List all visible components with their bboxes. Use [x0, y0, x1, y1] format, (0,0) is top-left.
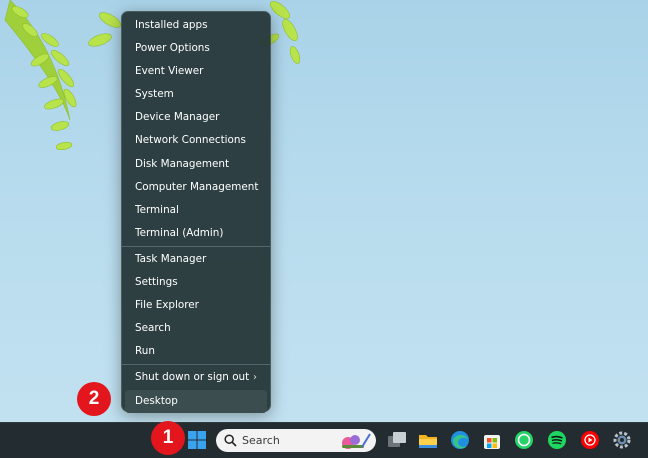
task-view-icon[interactable] — [386, 429, 408, 451]
step-badge-2: 2 — [77, 382, 111, 416]
taskbar: Search — [0, 422, 648, 458]
menu-item-device-manager[interactable]: Device Manager — [125, 106, 267, 129]
search-placeholder: Search — [242, 434, 280, 447]
chevron-right-icon: › — [253, 372, 257, 384]
menu-item-label: Terminal (Admin) — [135, 226, 224, 239]
menu-item-task-manager[interactable]: Task Manager — [125, 248, 267, 271]
step-badge-1: 1 — [151, 421, 185, 455]
menu-item-label: Terminal — [135, 203, 179, 216]
menu-item-label: Search — [135, 322, 171, 335]
menu-item-settings[interactable]: Settings — [125, 271, 267, 294]
menu-item-label: Desktop — [135, 394, 178, 407]
menu-separator — [122, 245, 270, 247]
menu-item-label: Run — [135, 345, 155, 358]
taskbar-search-box[interactable]: Search — [216, 429, 376, 452]
menu-item-event-viewer[interactable]: Event Viewer — [125, 60, 267, 83]
menu-item-network-connections[interactable]: Network Connections — [125, 129, 267, 152]
menu-item-disk-management[interactable]: Disk Management — [125, 153, 267, 176]
windows-start-icon[interactable] — [186, 429, 208, 451]
menu-item-label: Computer Management — [135, 180, 259, 193]
menu-item-computer-management[interactable]: Computer Management — [125, 176, 267, 199]
menu-item-file-explorer[interactable]: File Explorer — [125, 294, 267, 317]
power-user-context-menu: Installed apps Power Options Event Viewe… — [121, 11, 271, 413]
menu-item-label: System — [135, 88, 174, 101]
file-explorer-icon[interactable] — [417, 429, 439, 451]
whatsapp-icon[interactable] — [513, 429, 535, 451]
menu-item-label: Settings — [135, 276, 178, 289]
youtube-music-icon[interactable] — [579, 429, 601, 451]
menu-item-search[interactable]: Search — [125, 317, 267, 340]
menu-item-terminal-admin[interactable]: Terminal (Admin) — [125, 222, 267, 245]
menu-item-installed-apps[interactable]: Installed apps — [125, 14, 267, 37]
menu-item-power-options[interactable]: Power Options — [125, 37, 267, 60]
menu-item-label: Shut down or sign out — [135, 371, 250, 384]
menu-item-shut-down-or-sign-out[interactable]: Shut down or sign out › — [125, 366, 267, 389]
menu-item-label: Task Manager — [135, 252, 207, 265]
menu-item-label: Disk Management — [135, 157, 230, 170]
search-highlight-illustration-icon — [342, 433, 371, 449]
edge-icon[interactable] — [449, 429, 471, 451]
menu-separator — [122, 364, 270, 366]
menu-item-terminal[interactable]: Terminal — [125, 199, 267, 222]
menu-item-label: Event Viewer — [135, 65, 204, 78]
spotify-icon[interactable] — [546, 429, 568, 451]
microsoft-store-icon[interactable] — [481, 429, 503, 451]
menu-item-desktop[interactable]: Desktop — [125, 389, 267, 413]
menu-item-label: File Explorer — [135, 299, 199, 312]
menu-item-label: Power Options — [135, 42, 210, 55]
search-icon — [224, 434, 237, 447]
menu-item-label: Device Manager — [135, 111, 220, 124]
menu-item-label: Installed apps — [135, 19, 208, 31]
menu-item-run[interactable]: Run — [125, 340, 267, 363]
menu-item-system[interactable]: System — [125, 83, 267, 106]
desktop-wallpaper — [0, 0, 648, 422]
settings-gear-icon[interactable] — [611, 429, 633, 451]
menu-item-label: Network Connections — [135, 134, 246, 147]
